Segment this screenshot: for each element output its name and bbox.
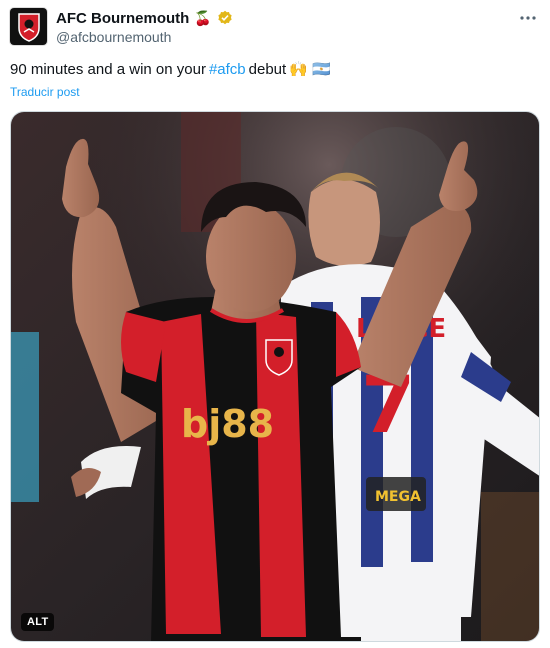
tweet-emojis: 🙌 🇦🇷 — [289, 61, 331, 78]
alt-text-button[interactable]: ALT — [21, 613, 55, 631]
account-handle[interactable]: @afcbournemouth — [56, 29, 233, 45]
more-options-icon[interactable] — [518, 8, 538, 28]
avatar[interactable] — [10, 8, 47, 45]
verified-badge-icon — [218, 10, 232, 25]
cherry-emoji: 🍒 — [194, 9, 212, 26]
afcb-crest-icon — [17, 12, 40, 42]
account-name[interactable]: AFC Bournemouth — [56, 10, 189, 27]
translate-post-link[interactable]: Traducir post — [10, 85, 80, 99]
account-names: AFC Bournemouth 🍒 @afcbournemouth — [56, 8, 233, 45]
tweet-header: AFC Bournemouth 🍒 @afcbournemouth — [10, 8, 540, 48]
hashtag-link[interactable]: #afcb — [209, 60, 246, 80]
tweet-text-debut: debut — [248, 61, 287, 78]
tweet-text-main: 90 minutes and a win on your — [10, 61, 206, 78]
photo-player-celebration: LLACE 7 MEGA — [11, 112, 539, 641]
shirt-sponsor: bj88 — [181, 402, 274, 446]
tweet-text: 90 minutes and a win on your #afcb debut… — [10, 60, 331, 80]
tweet-photo[interactable]: LLACE 7 MEGA — [10, 111, 540, 642]
opponent-sponsor: MEGA — [375, 489, 421, 505]
